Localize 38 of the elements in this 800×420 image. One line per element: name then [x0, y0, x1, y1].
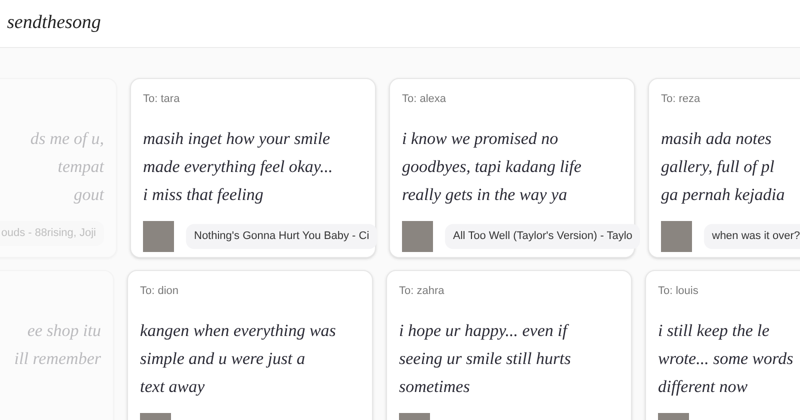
message-line: ds me of u, — [30, 128, 104, 150]
message-line: i miss that feeling — [143, 184, 264, 206]
song-chip[interactable]: when was it over? — [704, 224, 800, 249]
message-line: masih ada notes — [661, 128, 772, 150]
message-card[interactable]: To: dion kangen when everything was simple and u were just a text away — [127, 270, 373, 420]
recipient-label: To: alexa — [402, 92, 446, 107]
message-line: made everything feel okay... — [143, 156, 333, 178]
message-line: kangen when everything was — [140, 320, 336, 342]
message-line: tempat — [58, 156, 104, 178]
message-line: simple and u were just a — [140, 348, 306, 370]
message-line: i still keep the le — [658, 320, 770, 342]
recipient-label: To: zahra — [399, 284, 444, 299]
song-chip[interactable]: All Too Well (Taylor's Version) - Taylo — [445, 224, 640, 249]
message-line: i hope ur happy... even if — [399, 320, 568, 342]
message-card[interactable]: To: reza masih ada notes gallery, full of pl ga pernah kejadia when was it over? — [648, 78, 800, 258]
message-line: gallery, full of pl — [661, 156, 774, 178]
recipient-label: To: reza — [661, 92, 700, 107]
recipient-label: To: tara — [143, 92, 180, 107]
message-line: text away — [140, 376, 205, 398]
message-line: really gets in the way ya — [402, 184, 568, 206]
message-line: masih inget how your smile — [143, 128, 330, 150]
message-card[interactable]: To: louis i still keep the le wrote... some words different now — [645, 270, 800, 420]
message-card[interactable]: To: zahra i hope ur happy... even if seeing ur smile still hurts sometimes — [386, 270, 632, 420]
message-line: wrote... some words — [658, 348, 794, 370]
message-line: sometimes — [399, 376, 470, 398]
recipient-label: To: dion — [140, 284, 179, 299]
message-line: gout — [74, 184, 104, 206]
song-chip[interactable]: Nothing's Gonna Hurt You Baby - Ci — [186, 224, 378, 249]
site-logo[interactable]: sendthesong — [7, 9, 101, 38]
message-card[interactable]: To: tara masih inget how your smile made everything feel okay... i miss that feeling Nothing's Gonna Hurt You Baby - Ci — [130, 78, 376, 258]
message-line: seeing ur smile still hurts — [399, 348, 571, 370]
recipient-label: To: louis — [658, 284, 698, 299]
message-line: different now — [658, 376, 748, 398]
message-line: ee shop itu — [27, 320, 101, 342]
message-line: goodbyes, tapi kadang life — [402, 156, 582, 178]
message-line: i know we promised no — [402, 128, 558, 150]
message-line: ga pernah kejadia — [661, 184, 785, 206]
message-line: ill remember — [14, 348, 101, 370]
